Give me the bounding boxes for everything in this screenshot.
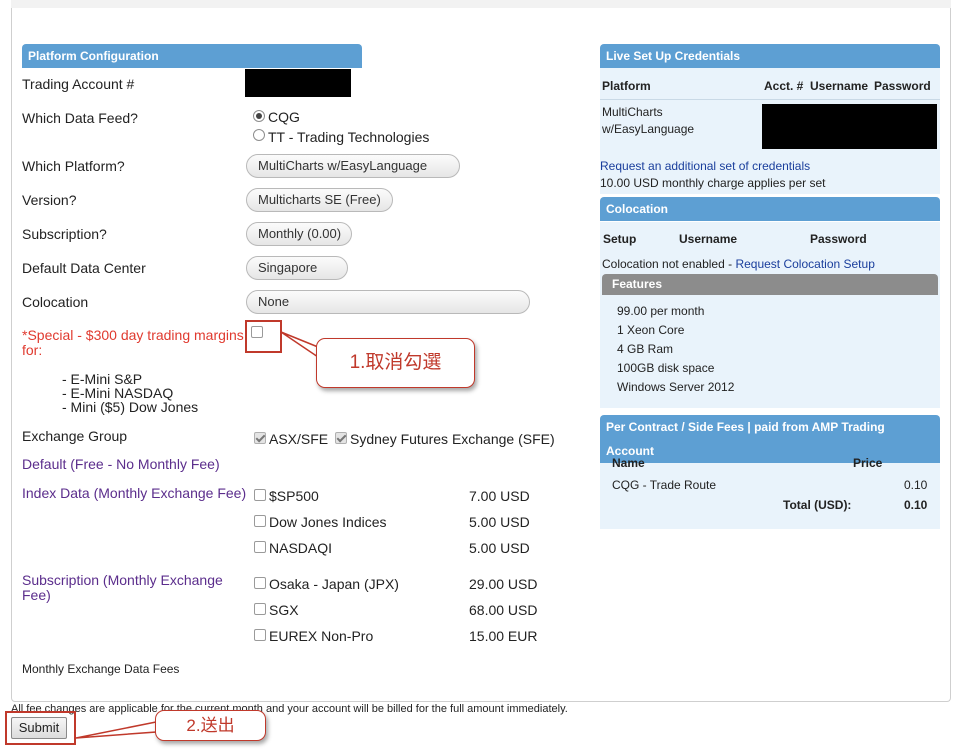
platform-config-header: Platform Configuration (22, 44, 362, 68)
sgx-checkbox[interactable] (254, 603, 266, 615)
callout2-pointer (75, 721, 157, 739)
cred-platform-line2: w/EasyLanguage (602, 122, 695, 136)
data-feed-label: Which Data Feed? (22, 110, 138, 126)
col-coloc-password: Password (810, 232, 867, 246)
sfe-checkbox[interactable] (335, 432, 347, 444)
features-header: Features (602, 274, 938, 295)
feature-item: 4 GB Ram (617, 342, 674, 356)
feature-item: 1 Xeon Core (617, 323, 685, 337)
cred-platform-line1: MultiCharts (602, 105, 663, 119)
fees-col-name: Name (612, 456, 645, 470)
eurex-checkbox[interactable] (254, 629, 266, 641)
platform-select[interactable]: MultiCharts w/EasyLanguage (246, 154, 460, 178)
subscription-fee-label: Subscription (Monthly Exchange Fee) (22, 572, 223, 603)
credentials-header: Live Set Up Credentials (600, 44, 940, 68)
feature-item: Windows Server 2012 (617, 380, 735, 394)
subscription-item-price: 29.00 USD (469, 576, 538, 592)
default-free-label: Default (Free - No Monthly Fee) (22, 456, 220, 472)
subscription-item-price: 15.00 EUR (469, 628, 538, 644)
index-sp500-checkbox[interactable] (254, 489, 266, 501)
colocation-status-text: Colocation not enabled - (602, 257, 736, 271)
index-item-name: $SP500 (269, 488, 319, 504)
col-platform: Platform (602, 79, 651, 93)
col-acct: Acct. # (764, 79, 804, 93)
fee-changes-note: All fee changes are applicable for the c… (11, 703, 568, 715)
index-dowjones-checkbox[interactable] (254, 515, 266, 527)
redacted-account-number (245, 69, 351, 97)
data-center-select[interactable]: Singapore (246, 256, 348, 280)
index-nasdaqi-checkbox[interactable] (254, 541, 266, 553)
divider (600, 99, 940, 100)
index-item-name: Dow Jones Indices (269, 514, 387, 530)
trading-account-label: Trading Account # (22, 76, 135, 92)
feature-item: 100GB disk space (617, 361, 715, 375)
index-item-price: 5.00 USD (469, 540, 530, 556)
data-feed-cqg-radio[interactable] (253, 110, 265, 122)
exchange-group-label: Exchange Group (22, 428, 128, 444)
colocation-select[interactable]: None (246, 290, 530, 314)
osaka-checkbox[interactable] (254, 577, 266, 589)
colocation-label: Colocation (22, 294, 89, 310)
fees-header: Per Contract / Side Fees | paid from AMP… (600, 415, 940, 463)
data-center-label: Default Data Center (22, 260, 146, 276)
feature-item: 99.00 per month (617, 304, 705, 318)
callout1-pointer (280, 331, 319, 359)
fees-row-price: 0.10 (904, 478, 928, 492)
asx-sfe-checkbox[interactable] (254, 432, 266, 444)
index-item-price: 7.00 USD (469, 488, 530, 504)
sfe-label: Sydney Futures Exchange (SFE) (350, 431, 555, 447)
version-select[interactable]: Multicharts SE (Free) (246, 188, 393, 212)
callout2-highlight-box (5, 711, 76, 745)
platform-label: Which Platform? (22, 158, 125, 174)
data-feed-tt-label: TT - Trading Technologies (268, 129, 430, 145)
colocation-status: Colocation not enabled - Request Colocat… (602, 257, 875, 271)
colocation-header: Colocation (600, 197, 940, 221)
col-setup: Setup (603, 232, 637, 246)
asx-sfe-label: ASX/SFE (269, 431, 329, 447)
col-password: Password (874, 79, 931, 93)
subscription-item-price: 68.00 USD (469, 602, 538, 618)
fees-total-value: 0.10 (904, 498, 928, 512)
col-coloc-username: Username (679, 232, 738, 246)
special-margins-label: *Special - $300 day trading margins for: (22, 327, 244, 358)
subscription-label: Subscription? (22, 226, 107, 242)
callout2-bubble: 2.送出 (155, 710, 266, 741)
monthly-fees-link[interactable]: Monthly Exchange Data Fees (22, 662, 179, 676)
fees-col-price: Price (853, 456, 883, 470)
subscription-item-name: SGX (269, 602, 299, 618)
index-item-price: 5.00 USD (469, 514, 530, 530)
data-feed-cqg-label: CQG (268, 109, 300, 125)
index-data-label: Index Data (Monthly Exchange Fee) (22, 485, 247, 501)
callout1-highlight-box (245, 320, 282, 353)
col-username: Username (810, 79, 869, 93)
request-credentials-link[interactable]: Request an additional set of credentials (600, 159, 810, 173)
redacted-credentials (762, 104, 937, 149)
subscription-select[interactable]: Monthly (0.00) (246, 222, 352, 246)
credentials-charge-note: 10.00 USD monthly charge applies per set (600, 176, 826, 190)
subscription-item-name: Osaka - Japan (JPX) (269, 576, 399, 592)
index-item-name: NASDAQI (269, 540, 333, 556)
version-label: Version? (22, 192, 77, 208)
subscription-item-name: EUREX Non-Pro (269, 628, 374, 644)
callout1-bubble: 1.取消勾選 (316, 338, 475, 388)
request-colocation-link[interactable]: Request Colocation Setup (735, 257, 874, 271)
fees-total-label: Total (USD): (783, 498, 852, 512)
fees-row-name: CQG - Trade Route (612, 478, 717, 492)
data-feed-tt-radio[interactable] (253, 129, 265, 141)
special-item: - Mini ($5) Dow Jones (62, 399, 199, 415)
